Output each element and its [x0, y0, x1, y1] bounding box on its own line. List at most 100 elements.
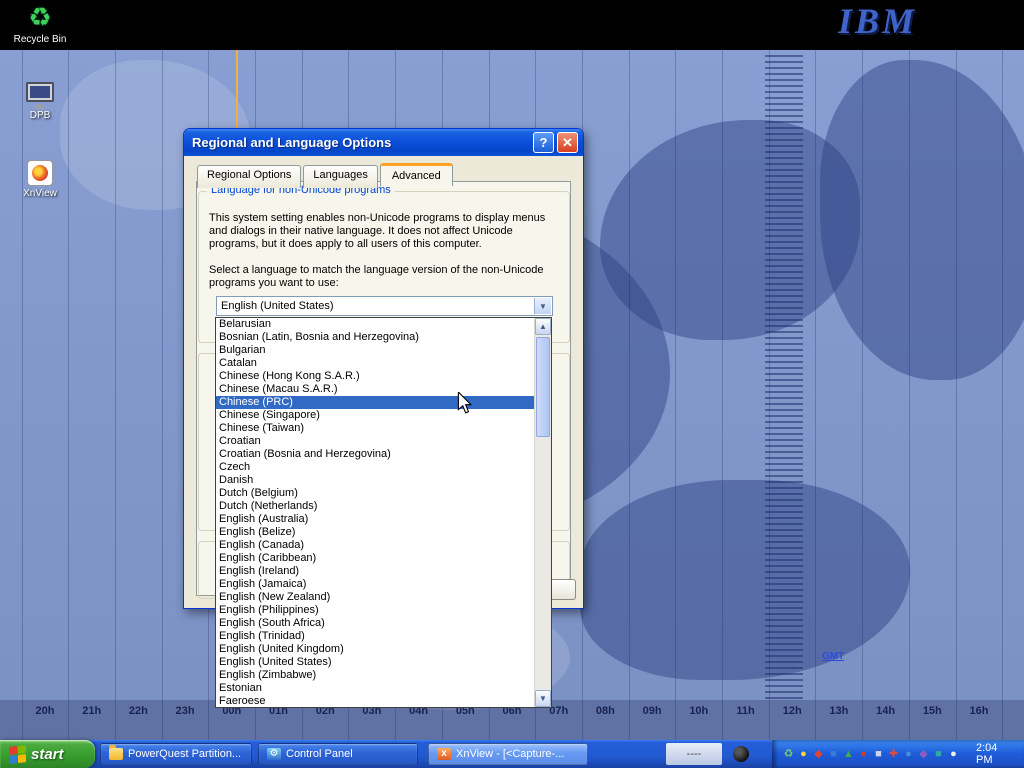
tray-icon-3[interactable]: ◆	[811, 747, 826, 761]
language-list-item[interactable]: English (Zimbabwe)	[216, 669, 534, 682]
tab-languages[interactable]: Languages	[303, 165, 377, 188]
taskbar-task-3[interactable]: xXnView - [<Capture-...	[428, 743, 588, 765]
wallpaper-hatch-zone	[765, 55, 803, 700]
tray-icon-10[interactable]: ◆	[916, 747, 931, 761]
tray-icon-2[interactable]: ●	[796, 747, 811, 761]
list-scrollbar[interactable]: ▲ ▼	[534, 318, 551, 707]
help-button[interactable]: ?	[533, 132, 554, 153]
tray-icon-11[interactable]: ■	[931, 747, 946, 761]
hour-label: 14h	[863, 705, 909, 717]
scroll-up-icon[interactable]: ▲	[535, 318, 551, 335]
timezone-gridline	[1002, 50, 1003, 740]
tray-icon-12[interactable]: ●	[946, 747, 961, 761]
timezone-gridline	[862, 50, 863, 740]
language-list-item[interactable]: Faeroese	[216, 695, 534, 707]
scroll-down-icon[interactable]: ▼	[535, 690, 551, 707]
timezone-gridline	[815, 50, 816, 740]
tray-icon-9[interactable]: ●	[901, 747, 916, 761]
chevron-down-icon[interactable]: ▼	[534, 298, 551, 314]
cpanel-icon: ⚙	[267, 748, 281, 760]
hour-label: 09h	[629, 705, 675, 717]
language-list-item[interactable]: English (Jamaica)	[216, 578, 534, 591]
language-list-item[interactable]: Chinese (Singapore)	[216, 409, 534, 422]
language-list-item[interactable]: Dutch (Belgium)	[216, 487, 534, 500]
combobox-value: English (United States)	[221, 300, 334, 312]
scrollbar-thumb[interactable]	[536, 337, 550, 437]
language-list-item[interactable]: Dutch (Netherlands)	[216, 500, 534, 513]
hour-label: 21h	[69, 705, 115, 717]
dialog-title: Regional and Language Options	[192, 135, 530, 150]
language-list-item[interactable]: English (United Kingdom)	[216, 643, 534, 656]
close-button[interactable]: ✕	[557, 132, 578, 153]
task-label: Control Panel	[286, 748, 353, 760]
taskbar-separator[interactable]: ----	[666, 743, 722, 765]
task-label: PowerQuest Partition...	[128, 748, 241, 760]
start-button[interactable]: start	[0, 740, 95, 768]
language-list-item[interactable]: Catalan	[216, 357, 534, 370]
language-list-item[interactable]: English (Caribbean)	[216, 552, 534, 565]
windows-flag-icon	[9, 745, 26, 764]
language-list-item[interactable]: Belarusian	[216, 318, 534, 331]
hour-label: 15h	[909, 705, 955, 717]
taskbar-knob-icon[interactable]	[733, 746, 749, 762]
language-list-item[interactable]: Croatian (Bosnia and Herzegovina)	[216, 448, 534, 461]
tab-regional-options[interactable]: Regional Options	[197, 165, 301, 188]
desktop: 20h21h22h23h00h01h02h03h04h05h06h07h08h0…	[0, 0, 1024, 768]
hour-label: 22h	[115, 705, 161, 717]
language-list-item[interactable]: Chinese (Hong Kong S.A.R.)	[216, 370, 534, 383]
timezone-gridline	[115, 50, 116, 740]
language-list-item[interactable]: English (United States)	[216, 656, 534, 669]
select-instruction: Select a language to match the language …	[209, 264, 561, 290]
icon-label: XnView	[8, 188, 72, 199]
taskbar-clock[interactable]: 2:04 PM	[968, 742, 1024, 766]
hour-label: 10h	[676, 705, 722, 717]
timezone-gridline	[769, 50, 770, 740]
tray-icon-4[interactable]: ■	[826, 747, 841, 761]
taskbar-task-2[interactable]: ⚙ Control Panel	[258, 743, 418, 765]
language-list-item[interactable]: Czech	[216, 461, 534, 474]
xnv-icon: x	[437, 748, 451, 760]
tray-icon-8[interactable]: ✚	[886, 747, 901, 761]
tray-icon-1[interactable]: ♻	[781, 747, 796, 761]
timezone-gridline	[22, 50, 23, 740]
desktop-icon-xnview[interactable]: XnView	[8, 160, 72, 199]
language-list-item[interactable]: English (Philippines)	[216, 604, 534, 617]
taskbar-task-1[interactable]: PowerQuest Partition...	[100, 743, 252, 765]
tray-icon-6[interactable]: ●	[856, 747, 871, 761]
dialog-titlebar[interactable]: Regional and Language Options ? ✕	[184, 129, 583, 156]
language-list-item[interactable]: Bulgarian	[216, 344, 534, 357]
language-list-item[interactable]: English (Australia)	[216, 513, 534, 526]
language-list-item[interactable]: English (Trinidad)	[216, 630, 534, 643]
hour-label: 20h	[22, 705, 68, 717]
hour-label: 11h	[723, 705, 769, 717]
xnview-icon	[27, 160, 53, 186]
language-list-item[interactable]: English (New Zealand)	[216, 591, 534, 604]
timezone-gridline	[68, 50, 69, 740]
system-tray: ♻●◆■▲●■✚●◆■● 2:04 PM	[772, 740, 1024, 768]
language-combobox[interactable]: English (United States) ▼	[216, 296, 553, 316]
desktop-icon-recycle-bin[interactable]: ♻ Recycle Bin	[8, 2, 72, 45]
hour-label: 08h	[582, 705, 628, 717]
timezone-gridline	[909, 50, 910, 740]
language-list-item[interactable]: Bosnian (Latin, Bosnia and Herzegovina)	[216, 331, 534, 344]
wallpaper-continent	[820, 60, 1024, 380]
language-list-item[interactable]: English (Canada)	[216, 539, 534, 552]
hour-label: 13h	[816, 705, 862, 717]
tab-advanced[interactable]: Advanced	[380, 163, 453, 186]
start-label: start	[31, 746, 64, 763]
language-list-item[interactable]: Croatian	[216, 435, 534, 448]
hour-label: 23h	[162, 705, 208, 717]
tray-icon-7[interactable]: ■	[871, 747, 886, 761]
desktop-icon-dpb[interactable]: DPB	[8, 82, 72, 121]
tray-icon-5[interactable]: ▲	[841, 747, 856, 761]
language-list-item[interactable]: Chinese (Macau S.A.R.)	[216, 383, 534, 396]
language-list-item[interactable]: Estonian	[216, 682, 534, 695]
language-list-item[interactable]: English (South Africa)	[216, 617, 534, 630]
language-list-item[interactable]: English (Belize)	[216, 526, 534, 539]
gmt-label: GMT	[822, 651, 844, 662]
language-list-item[interactable]: English (Ireland)	[216, 565, 534, 578]
language-list-item[interactable]: Chinese (Taiwan)	[216, 422, 534, 435]
language-list-item[interactable]: Danish	[216, 474, 534, 487]
language-list-item[interactable]: Chinese (PRC)	[216, 396, 534, 409]
taskbar: start PowerQuest Partition... ⚙ Control Pa…	[0, 740, 1024, 768]
